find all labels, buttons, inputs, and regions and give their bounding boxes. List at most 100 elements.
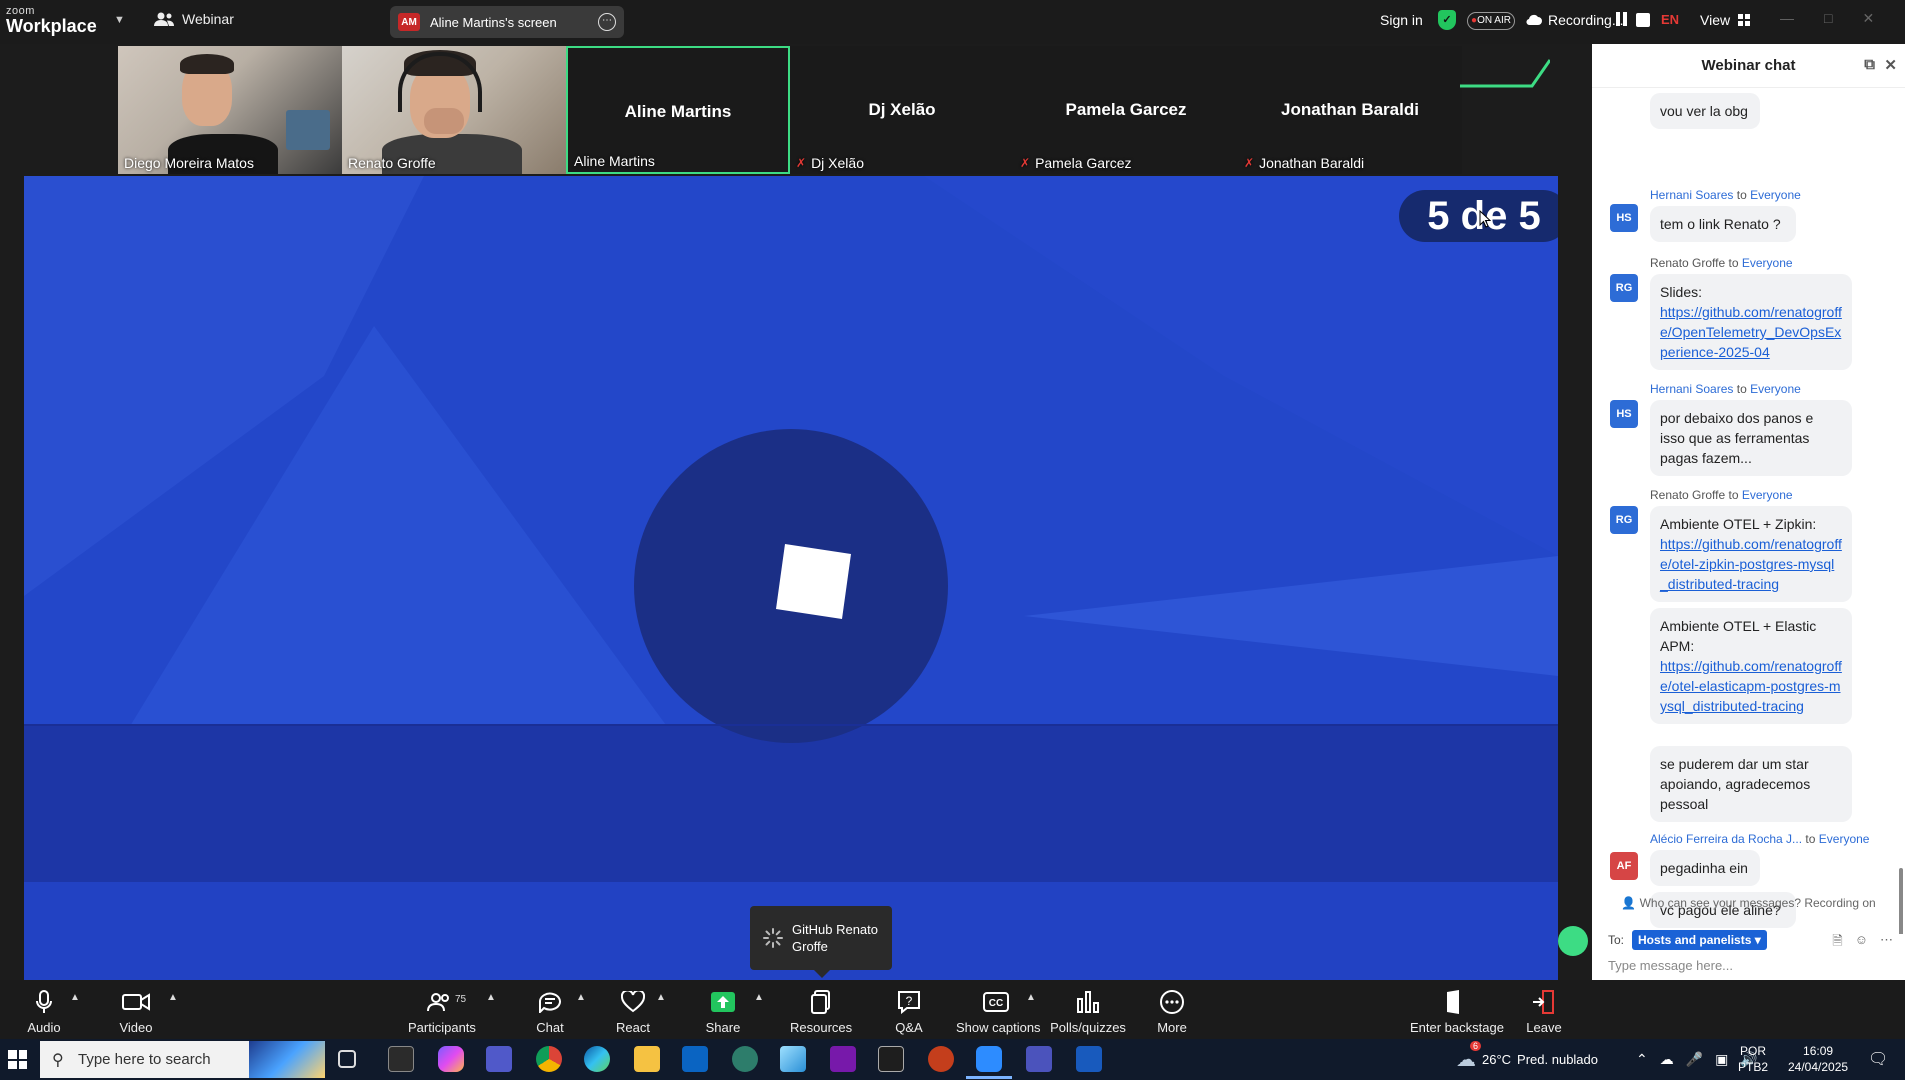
participant-tile-active[interactable]: Aline Martins Aline Martins (566, 46, 790, 174)
zoom-app-icon[interactable] (966, 1046, 1012, 1079)
recipient-dropdown[interactable]: Hosts and panelists ▾ (1632, 930, 1767, 950)
resources-button[interactable]: Resources (790, 990, 852, 1035)
file-icon[interactable]: 🗎 (1832, 932, 1842, 954)
file-explorer-icon[interactable] (634, 1046, 660, 1072)
sender-name[interactable]: Hernani Soares (1650, 382, 1733, 396)
app-icon[interactable] (732, 1046, 758, 1072)
outlook-app-icon[interactable] (682, 1046, 708, 1072)
polls-button[interactable]: Polls/quizzes (1050, 990, 1126, 1035)
leave-button[interactable]: Leave (1524, 990, 1564, 1035)
kbd-layout: PTB2 (1738, 1060, 1769, 1074)
share-options-caret[interactable]: ▲ (754, 992, 764, 1003)
participants-options-caret[interactable]: ▲ (486, 992, 496, 1003)
chat-message[interactable]: se puderem dar um star apoiando, agradec… (1650, 746, 1852, 822)
microphone-tray-icon[interactable]: 🎤 (1686, 1051, 1703, 1068)
onedrive-icon[interactable]: ☁ (1660, 1051, 1674, 1068)
sender-name[interactable]: Alécio Ferreira da Rocha J... (1650, 832, 1802, 846)
screen-share-indicator[interactable]: AM Aline Martins's screen ⋯ (390, 6, 624, 38)
resources-icon (811, 990, 830, 1014)
chat-message[interactable]: pegadinha ein (1650, 850, 1760, 886)
chat-message[interactable]: tem o link Renato ? (1650, 206, 1796, 242)
windows-start-icon[interactable] (8, 1050, 27, 1069)
chat-button[interactable]: Chat (530, 990, 570, 1035)
sign-in-link[interactable]: Sign in (1380, 12, 1423, 28)
chrome-app-icon[interactable] (536, 1046, 562, 1072)
zoom-logo[interactable]: zoom Workplace (6, 6, 97, 36)
message-link[interactable]: https://github.com/renatogroffe/otel-zip… (1660, 534, 1842, 594)
teams-app-icon[interactable] (486, 1046, 512, 1072)
maximize-icon[interactable]: □ (1824, 10, 1832, 27)
chat-message[interactable]: Ambiente OTEL + Elastic APM: https://git… (1650, 608, 1852, 724)
taskbar-search[interactable]: ⚲ Type here to search (40, 1041, 325, 1078)
clock[interactable]: 16:09 24/04/2025 (1788, 1043, 1848, 1075)
chat-message[interactable]: Ambiente OTEL + Zipkin: https://github.c… (1650, 506, 1852, 602)
weather-widget[interactable]: ☁ 6 26°C Pred. nublado (1456, 1039, 1598, 1080)
chevron-down-icon[interactable]: ▼ (114, 14, 125, 26)
chevron-up-icon[interactable]: ⌃ (1636, 1051, 1648, 1068)
onenote-app-icon[interactable] (830, 1046, 856, 1072)
participant-tile[interactable]: Dj Xelão ✗ Dj Xelão (790, 46, 1014, 174)
captions-button[interactable]: CC Show captions (956, 990, 1041, 1035)
pause-recording-icon[interactable] (1614, 12, 1628, 28)
on-air-badge: ●ON AIR (1467, 12, 1515, 30)
popout-icon[interactable]: ⧉ (1864, 56, 1875, 73)
recording-status[interactable]: Recording... (1526, 12, 1623, 28)
audio-options-caret[interactable]: ▲ (70, 992, 80, 1003)
participant-tile[interactable]: Jonathan Baraldi ✗ Jonathan Baraldi (1238, 46, 1462, 174)
react-button[interactable]: React (612, 990, 654, 1035)
more-icon[interactable]: ⋯ (1880, 932, 1893, 954)
network-icon[interactable]: ▣ (1715, 1051, 1728, 1068)
participant-tile[interactable]: Renato Groffe (342, 46, 566, 174)
to-word: to (1728, 488, 1739, 502)
message-input[interactable]: Type message here... (1608, 958, 1733, 973)
chat-options-caret[interactable]: ▲ (576, 992, 586, 1003)
video-button[interactable]: Video (116, 990, 156, 1035)
task-view-icon[interactable] (338, 1050, 356, 1068)
emoji-icon[interactable]: ☺ (1855, 932, 1868, 954)
minimize-icon[interactable]: — (1780, 10, 1794, 27)
sender-name[interactable]: Renato Groffe (1650, 488, 1725, 502)
chat-message-list[interactable]: vou ver la obg Hernani Soares to Everyon… (1592, 88, 1905, 934)
more-button[interactable]: More (1150, 990, 1194, 1035)
sender-name[interactable]: Renato Groffe (1650, 256, 1725, 270)
stop-recording-icon[interactable] (1636, 13, 1650, 27)
word-app-icon[interactable] (1076, 1046, 1102, 1072)
enter-backstage-button[interactable]: Enter backstage (1410, 990, 1504, 1035)
react-options-caret[interactable]: ▲ (656, 992, 666, 1003)
participant-tile[interactable]: Diego Moreira Matos (118, 46, 342, 174)
more-options-icon[interactable]: ⋯ (598, 13, 616, 31)
notification-center-icon[interactable]: 🗨 (1868, 1049, 1888, 1069)
drag-handle[interactable] (1558, 926, 1588, 956)
video-options-caret[interactable]: ▲ (168, 992, 178, 1003)
app-icon[interactable] (780, 1046, 806, 1072)
chat-message[interactable]: Slides: https://github.com/renatogroffe/… (1650, 274, 1852, 370)
powerpoint-app-icon[interactable] (928, 1046, 954, 1072)
webinar-button[interactable]: Webinar (154, 11, 234, 27)
mouse-cursor-icon (1479, 210, 1491, 228)
close-window-icon[interactable]: ✕ (1862, 10, 1874, 27)
message-link[interactable]: https://github.com/renatogroffe/OpenTele… (1660, 302, 1842, 362)
teams-chat-icon[interactable] (1026, 1046, 1052, 1072)
shared-screen[interactable]: 5 de 5 (24, 176, 1558, 980)
copilot-app-icon[interactable] (438, 1046, 464, 1072)
language-interpretation[interactable]: EN (1661, 12, 1679, 27)
keyboard-layout[interactable]: POR PTB2 (1738, 1043, 1768, 1075)
security-shield-icon[interactable]: ✓ (1438, 10, 1456, 30)
console-app-icon[interactable] (878, 1046, 904, 1072)
close-icon[interactable]: ✕ (1884, 56, 1897, 74)
participant-tile[interactable]: Pamela Garcez ✗ Pamela Garcez (1014, 46, 1238, 174)
sender-name[interactable]: Hernani Soares (1650, 188, 1733, 202)
edge-app-icon[interactable] (584, 1046, 610, 1072)
microphone-icon (36, 990, 52, 1013)
recording-notice[interactable]: 👤 Who can see your messages? Recording o… (1592, 896, 1905, 910)
captions-options-caret[interactable]: ▲ (1026, 992, 1036, 1003)
audio-button[interactable]: Audio (22, 990, 66, 1035)
more-dots-icon (1160, 990, 1184, 1014)
chat-message[interactable]: por debaixo dos panos e isso que as ferr… (1650, 400, 1852, 476)
share-button[interactable]: Share (702, 990, 744, 1035)
message-link[interactable]: https://github.com/renatogroffe/otel-ela… (1660, 656, 1842, 716)
view-button[interactable]: View (1700, 12, 1751, 28)
qa-button[interactable]: ? Q&A (889, 990, 929, 1035)
terminal-app-icon[interactable] (388, 1046, 414, 1072)
chat-message[interactable]: vou ver la obg (1650, 93, 1760, 129)
